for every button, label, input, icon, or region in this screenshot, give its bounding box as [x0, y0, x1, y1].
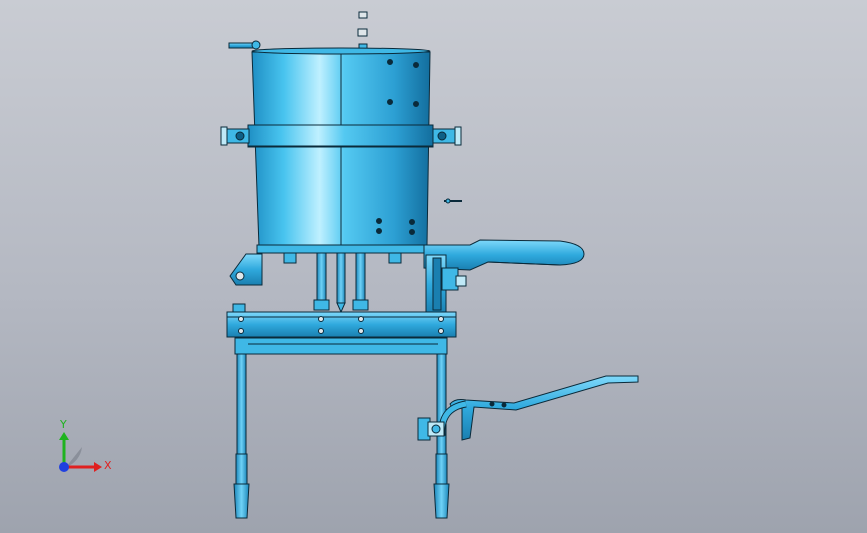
floating-pin — [444, 198, 462, 204]
coordinate-triad: X Y — [59, 418, 112, 472]
z-axis-dot — [59, 462, 69, 472]
foot-pedal-lever — [417, 375, 639, 441]
triad-arc — [66, 447, 82, 467]
drum-body — [247, 47, 434, 254]
cad-viewport[interactable]: X Y — [0, 0, 867, 533]
lid-handle — [228, 40, 261, 50]
y-axis-label: Y — [59, 418, 67, 431]
side-pivot-right — [432, 126, 462, 146]
nozzle-assembly — [283, 252, 402, 314]
left-leg — [233, 353, 250, 519]
frame-crossbeam — [226, 303, 457, 355]
outlet-handle — [423, 239, 585, 271]
machine-assembly[interactable] — [220, 11, 639, 519]
top-fastener-parts — [357, 11, 368, 51]
left-mount-bracket — [229, 253, 263, 286]
side-pivot-left — [220, 126, 250, 146]
x-axis-label: X — [104, 459, 112, 472]
